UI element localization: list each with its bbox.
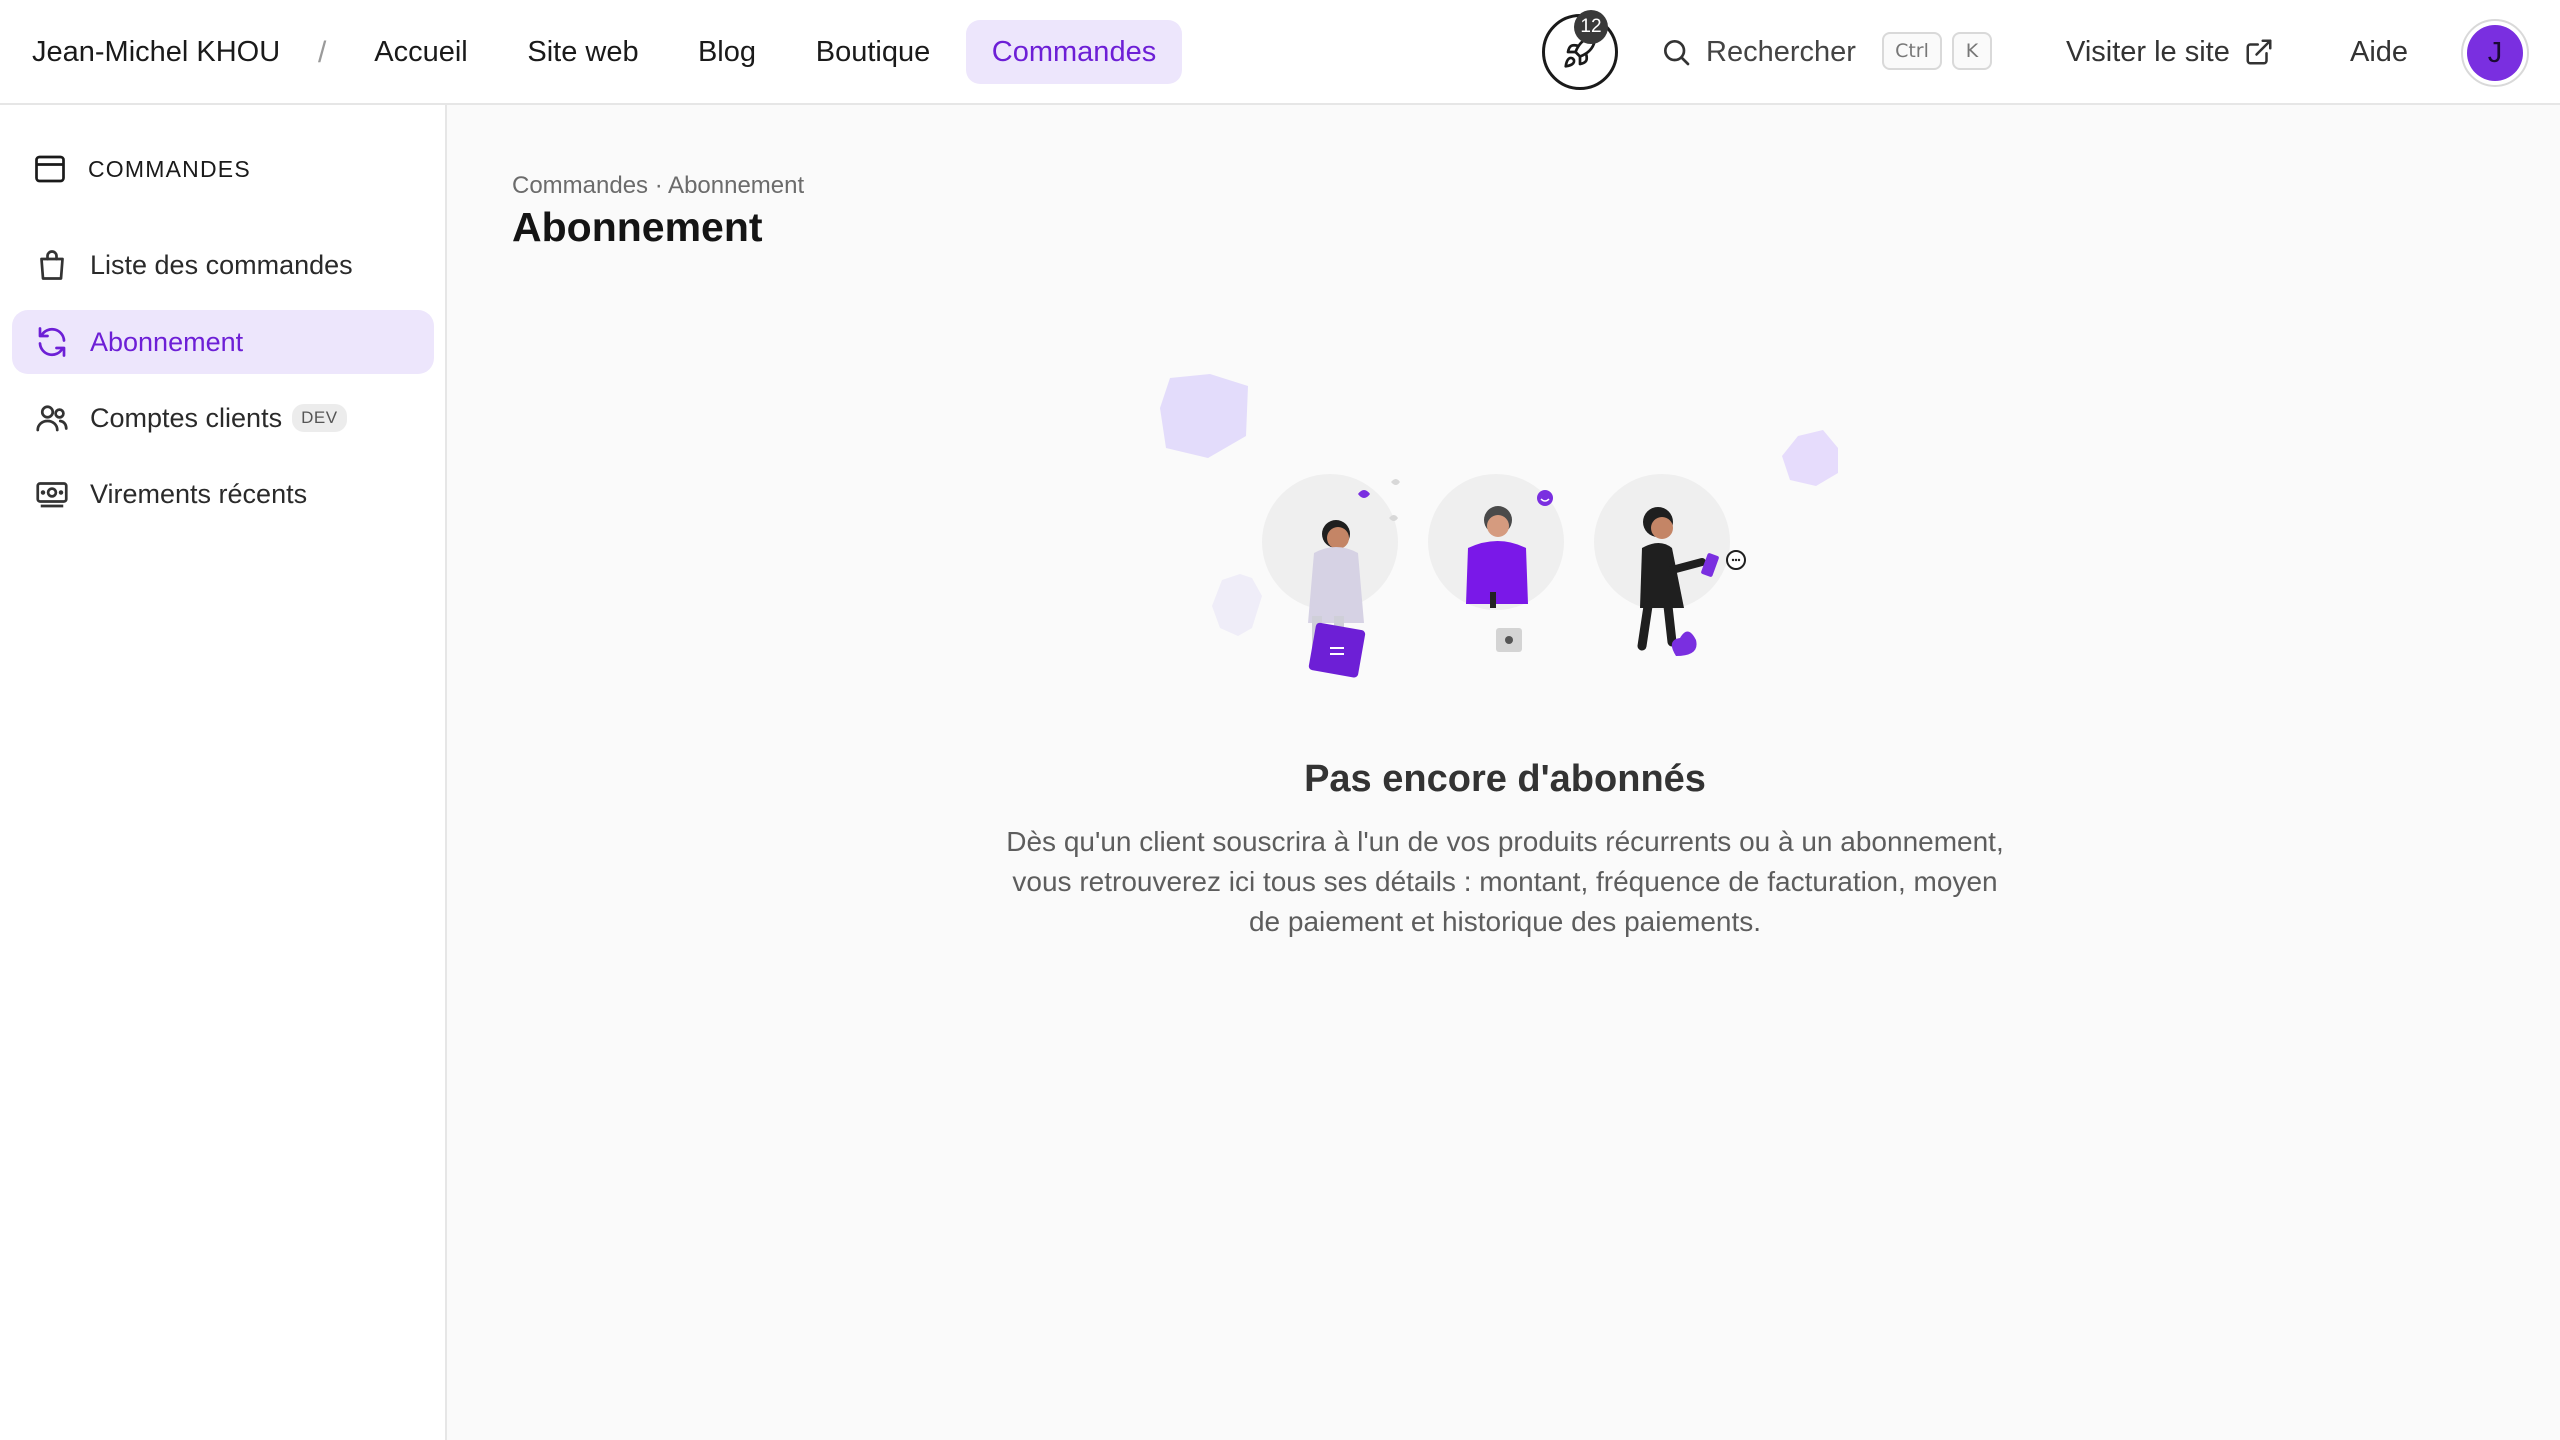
sidebar-item-recent-transfers[interactable]: Virements récents [12,462,434,526]
nav-item-site-web[interactable]: Site web [508,20,658,84]
workspace-name[interactable]: Jean-Michel KHOU [32,0,280,105]
sidebar-item-orders-list[interactable]: Liste des commandes [12,233,434,297]
refresh-icon [38,327,66,357]
sidebar-item-label: Abonnement [90,326,244,357]
empty-state-title: Pas encore d'abonnés [1304,758,1706,800]
empty-state-illustration [1160,374,1838,678]
sidebar-item-subscription[interactable]: Abonnement [12,310,434,374]
window-icon [35,155,65,183]
sidebar-section-title: COMMANDES [88,155,251,182]
dev-badge: DEV [292,404,347,432]
banknote-icon [36,482,68,508]
users-icon [36,405,68,432]
help-link[interactable]: Aide [2350,20,2408,84]
sidebar-item-customer-accounts[interactable]: Comptes clients DEV [12,386,434,450]
top-bar: Jean-Michel KHOU / Accueil Site web Blog… [0,0,2560,105]
sidebar-header: COMMANDES [32,147,251,191]
sidebar-item-label: Comptes clients [90,402,283,433]
nav-item-blog[interactable]: Blog [676,20,778,84]
shortcut-key-ctrl: Ctrl [1882,32,1942,70]
sidebar-item-label: Liste des commandes [90,249,353,280]
empty-state-description: Dès qu'un client souscrira à l'un de vos… [1006,826,2004,937]
nav-item-accueil[interactable]: Accueil [352,20,490,84]
avatar: J [2467,25,2523,81]
nav-item-boutique[interactable]: Boutique [796,20,950,84]
shopping-bag-icon [40,250,64,280]
breadcrumb-separator: / [318,35,327,69]
visit-site-label: Visiter le site [2066,35,2230,68]
notification-badge: 12 [1574,10,1608,44]
visit-site-link[interactable]: Visiter le site [2066,20,2274,84]
sidebar-item-label: Virements récents [90,478,308,509]
page-title: Abonnement [512,204,763,250]
shortcut-key-k: K [1952,32,1992,70]
search-icon [1664,40,1690,66]
external-link-icon [2246,39,2272,65]
nav-item-commandes[interactable]: Commandes [966,20,1182,84]
breadcrumb: Commandes · Abonnement [512,172,805,199]
user-menu[interactable]: J [2461,19,2529,87]
search-label: Rechercher [1706,35,1856,68]
search-button[interactable]: Rechercher Ctrl K [1660,20,2000,84]
sidebar: COMMANDES Liste des commandes Abonnement… [0,105,447,1440]
